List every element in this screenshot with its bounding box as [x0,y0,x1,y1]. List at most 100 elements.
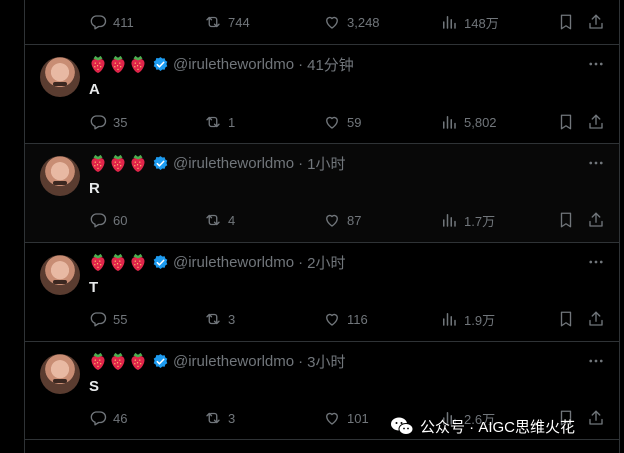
avatar[interactable] [40,255,80,295]
like-icon [323,211,341,229]
like-button[interactable]: 101 [323,409,369,427]
retweet-button[interactable]: 1 [204,113,235,131]
bookmark-button[interactable] [557,113,575,131]
bookmark-icon [557,13,575,31]
share-button[interactable] [587,13,605,31]
verified-badge-icon [152,353,169,370]
share-button[interactable] [587,310,605,328]
reply-button[interactable]: 46 [89,409,127,427]
avatar[interactable] [40,57,80,97]
tweet[interactable]: @iruletheworldmo · 2小时 T 55 3 116 1.9万 [25,243,619,341]
tweet-timestamp[interactable]: 3小时 [307,351,345,372]
reply-icon [89,409,107,427]
tweet-action-bar: 35 1 59 5,802 [89,111,605,133]
tweet-header: @iruletheworldmo · 2小时 [89,252,345,272]
wechat-icon [391,417,414,435]
more-icon [587,253,605,271]
share-icon [587,13,605,31]
bookmark-icon [557,211,575,229]
bookmark-button[interactable] [557,310,575,328]
views-icon [440,113,458,131]
user-handle[interactable]: @iruletheworldmo [173,155,294,172]
reply-button[interactable]: 35 [89,113,127,131]
reply-button[interactable]: 60 [89,211,127,229]
tweet-timestamp[interactable]: 41分钟 [307,54,354,75]
tweet-text: R [89,180,100,197]
tweet[interactable]: @iruletheworldmo · 1小时 R 60 4 87 1.7万 [25,144,619,242]
share-icon [587,211,605,229]
like-button[interactable]: 116 [323,310,368,328]
verified-badge-icon [152,56,169,73]
retweet-count: 4 [228,212,236,228]
retweet-icon [204,13,222,31]
share-icon [587,113,605,131]
more-options-button[interactable] [587,352,605,370]
share-button[interactable] [587,113,605,131]
avatar[interactable] [40,354,80,394]
views-button[interactable]: 1.7万 [440,211,495,230]
reply-count: 46 [113,410,128,426]
bookmark-button[interactable] [557,211,575,229]
like-icon [323,409,341,427]
views-icon [440,310,458,328]
retweet-icon [204,211,222,229]
reply-count: 55 [113,311,128,327]
retweet-button[interactable]: 3 [204,310,235,328]
tweet-action-bar: 411 744 3,248 148万 [89,11,605,33]
tweet-timestamp[interactable]: 2小时 [307,252,345,273]
bookmark-icon [557,113,575,131]
avatar[interactable] [40,156,80,196]
tweet-text: S [89,378,100,395]
like-button[interactable]: 87 [323,211,361,229]
retweet-count: 3 [228,311,236,327]
like-count: 3,248 [347,14,380,30]
views-button[interactable]: 5,802 [440,113,497,131]
timeline-feed: 411 744 3,248 148万 @iruletheworldmo · 41… [24,0,620,453]
reply-button[interactable]: 55 [89,310,127,328]
reply-count: 411 [113,14,134,30]
retweet-icon [204,113,222,131]
like-count: 116 [347,311,368,327]
reply-button[interactable]: 411 [89,13,134,31]
retweet-count: 1 [228,114,236,130]
user-handle[interactable]: @iruletheworldmo [173,353,294,370]
views-button[interactable]: 1.9万 [440,310,495,329]
reply-icon [89,211,107,229]
like-icon [323,13,341,31]
like-count: 59 [347,114,362,130]
like-button[interactable]: 3,248 [323,13,380,31]
watermark: 公众号 · AIGC思维火花 [390,414,575,438]
views-count: 5,802 [464,114,497,130]
reply-count: 60 [113,212,128,228]
views-count: 148万 [464,15,499,31]
separator: · [298,253,304,271]
bookmark-button[interactable] [557,13,575,31]
tweet-timestamp[interactable]: 1小时 [307,153,345,174]
views-button[interactable]: 148万 [440,13,499,32]
user-handle[interactable]: @iruletheworldmo [173,56,294,73]
tweet-action-bar: 60 4 87 1.7万 [89,209,605,231]
retweet-button[interactable]: 744 [204,13,250,31]
share-icon [587,310,605,328]
verified-badge-icon [152,155,169,172]
tweet-action-bar: 55 3 116 1.9万 [89,308,605,330]
tweet[interactable]: @iruletheworldmo · 41分钟 A 35 1 59 5,802 [25,45,619,143]
more-options-button[interactable] [587,55,605,73]
retweet-button[interactable]: 3 [204,409,235,427]
separator: · [298,55,304,73]
like-button[interactable]: 59 [323,113,361,131]
share-button[interactable] [587,211,605,229]
separator: · [298,154,304,172]
reply-icon [89,310,107,328]
strawberry-icon [109,351,127,371]
tweet-text: A [89,81,100,98]
share-icon [587,409,605,427]
retweet-count: 3 [228,410,236,426]
strawberry-icon [109,54,127,74]
more-options-button[interactable] [587,253,605,271]
strawberry-icon [89,351,107,371]
retweet-button[interactable]: 4 [204,211,235,229]
user-handle[interactable]: @iruletheworldmo [173,254,294,271]
more-options-button[interactable] [587,154,605,172]
share-button[interactable] [587,409,605,427]
